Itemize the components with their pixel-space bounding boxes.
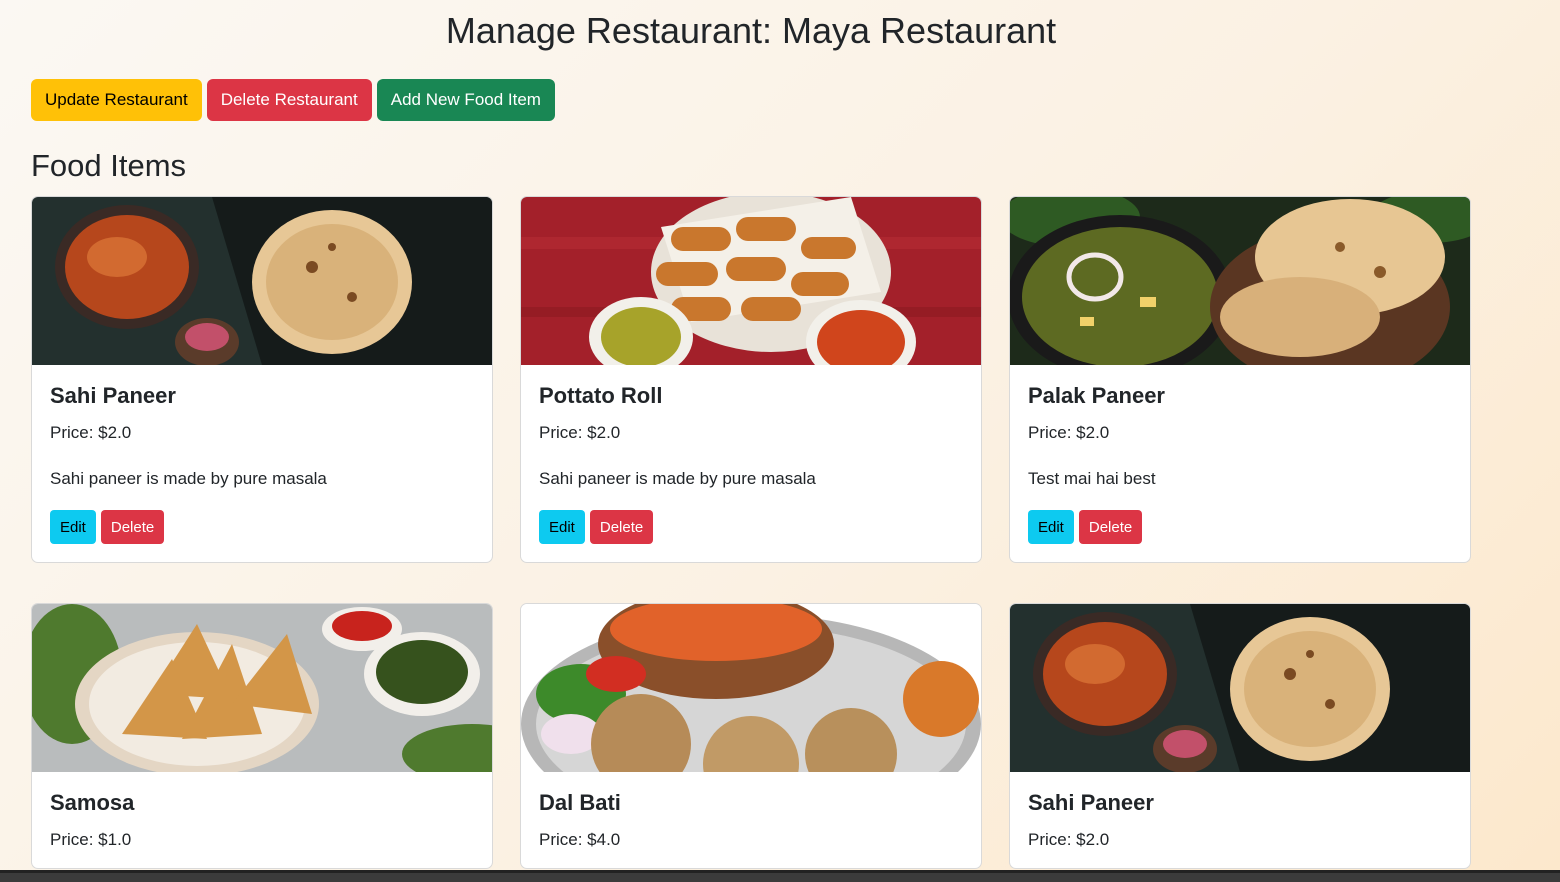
food-description: Sahi paneer is made by pure masala (50, 469, 327, 488)
food-card: Palak Paneer Price: $2.0 Test mai hai be… (1009, 196, 1471, 563)
food-price: Price: $2.0 (1028, 423, 1110, 442)
food-image (521, 197, 981, 365)
food-card: Pottato Roll Price: $2.0 Sahi paneer is … (520, 196, 982, 563)
window-bottom-edge (0, 870, 1560, 882)
page-title: Manage Restaurant: Maya Restaurant (445, 10, 1057, 51)
food-name: Sahi Paneer (1028, 790, 1154, 815)
food-image (32, 604, 492, 772)
food-name: Pottato Roll (539, 383, 663, 408)
delete-button[interactable]: Delete (100, 510, 165, 544)
edit-button[interactable]: Edit (1028, 510, 1074, 544)
food-price: Price: $4.0 (539, 830, 621, 849)
update-restaurant-button[interactable]: Update Restaurant (31, 79, 202, 121)
food-image (521, 604, 981, 772)
delete-restaurant-button[interactable]: Delete Restaurant (206, 79, 372, 121)
food-description: Test mai hai best (1028, 469, 1156, 488)
delete-button[interactable]: Delete (1078, 510, 1143, 544)
food-image (32, 197, 492, 365)
food-price: Price: $1.0 (50, 830, 132, 849)
food-name: Sahi Paneer (50, 383, 176, 408)
food-name: Samosa (50, 790, 135, 815)
add-food-item-button[interactable]: Add New Food Item (376, 79, 555, 121)
food-name: Dal Bati (539, 790, 621, 815)
food-description: Sahi paneer is made by pure masala (539, 469, 816, 488)
edit-button[interactable]: Edit (539, 510, 585, 544)
edit-button[interactable]: Edit (50, 510, 96, 544)
food-items-heading: Food Items (31, 148, 187, 183)
food-card: Samosa Price: $1.0 (31, 603, 493, 869)
food-card: Sahi Paneer Price: $2.0 (1009, 603, 1471, 869)
food-image (1010, 197, 1470, 365)
food-card: Dal Bati Price: $4.0 (520, 603, 982, 869)
food-image (1010, 604, 1470, 772)
food-price: Price: $2.0 (539, 423, 621, 442)
delete-button[interactable]: Delete (589, 510, 654, 544)
restaurant-actions: Update Restaurant Delete Restaurant Add … (31, 79, 555, 121)
food-price: Price: $2.0 (50, 423, 132, 442)
food-price: Price: $2.0 (1028, 830, 1110, 849)
food-card: Sahi Paneer Price: $2.0 Sahi paneer is m… (31, 196, 493, 563)
food-name: Palak Paneer (1028, 383, 1165, 408)
